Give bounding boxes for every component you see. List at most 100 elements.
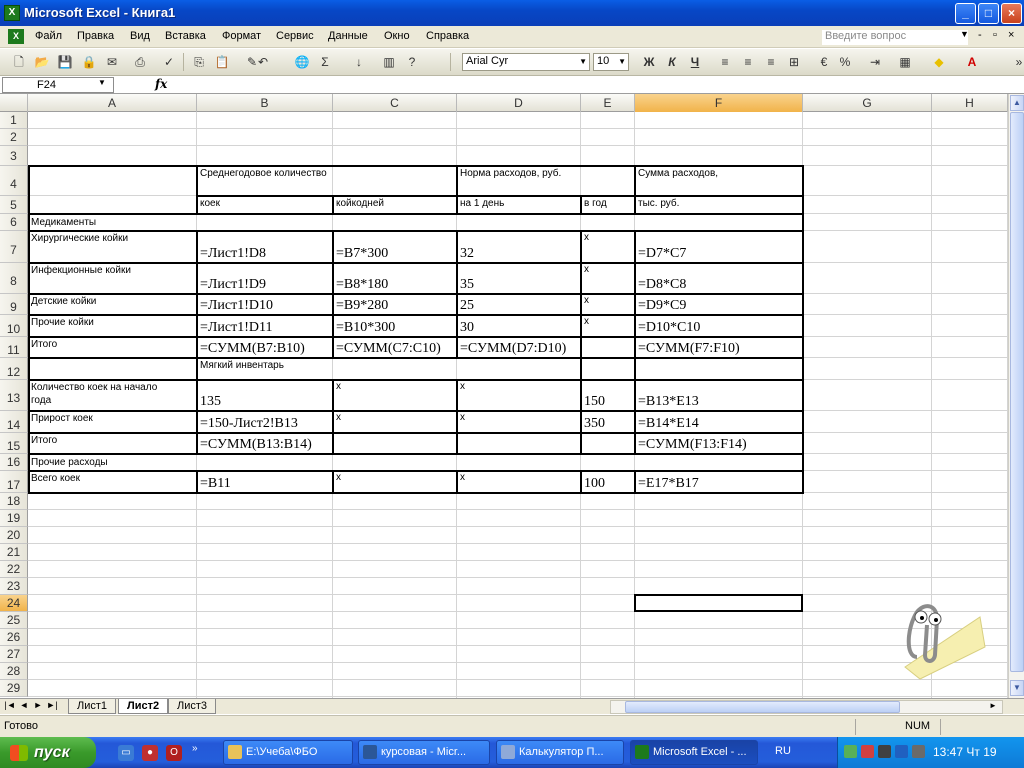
workbook-icon[interactable]: X	[8, 29, 24, 44]
paste-icon[interactable]: 📋	[213, 53, 231, 71]
row-header-4[interactable]: 4	[0, 166, 28, 196]
cell-c5[interactable]: койкодней	[334, 198, 384, 209]
column-header-a[interactable]: A	[28, 94, 197, 112]
cell-d7[interactable]: 32	[458, 246, 474, 262]
sheet-tab-3[interactable]: Лист3	[168, 699, 217, 714]
next-sheet-icon[interactable]: ►	[32, 700, 44, 710]
cell-d13[interactable]: х	[458, 381, 465, 392]
row-header-24[interactable]: 24	[0, 595, 28, 612]
row-header-19[interactable]: 19	[0, 510, 28, 527]
cell-b13[interactable]: 135	[198, 394, 221, 410]
volume-icon[interactable]	[912, 745, 925, 758]
media-player-icon[interactable]: ●	[142, 745, 158, 761]
cell-e7[interactable]: х	[582, 232, 589, 243]
prev-sheet-icon[interactable]: ◄	[18, 700, 30, 710]
open-icon[interactable]: 📂	[33, 53, 51, 71]
cell-e9[interactable]: х	[582, 295, 589, 306]
cell-a10[interactable]: Прочие койки	[29, 317, 94, 328]
font-size-select[interactable]: 10 ▼	[593, 53, 629, 71]
column-header-c[interactable]: C	[333, 94, 457, 112]
cell-a7[interactable]: Хирургические койки	[29, 233, 128, 244]
scroll-up-icon[interactable]: ▲	[1010, 95, 1024, 111]
worksheet-grid[interactable]: ABCDEFGH 1 2 3 4 5 6 7 8 9 10 11 12 13 14 15 16 17 18 19 20…	[0, 94, 1008, 698]
row-header-18[interactable]: 18	[0, 493, 28, 510]
fill-color-icon[interactable]: ◆	[930, 53, 948, 71]
cell-e10[interactable]: х	[582, 316, 589, 327]
save-icon[interactable]: 💾	[56, 53, 74, 71]
cell-b8[interactable]: =Лист1!D9	[198, 277, 266, 293]
row-header-15[interactable]: 15	[0, 433, 28, 454]
cell-b7[interactable]: =Лист1!D8	[198, 246, 266, 262]
column-header-e[interactable]: E	[581, 94, 635, 112]
cell-f15[interactable]: =СУММ(F13:F14)	[636, 437, 747, 453]
toolbar-options-icon[interactable]: »	[1010, 53, 1024, 71]
cell-a8[interactable]: Инфекционные койки	[29, 265, 131, 276]
cell-f8[interactable]: =D8*C8	[636, 277, 686, 293]
cell-d14[interactable]: х	[458, 412, 465, 423]
formula-input[interactable]	[175, 77, 1015, 93]
cell-f5[interactable]: тыс. руб.	[636, 198, 679, 209]
scroll-right-icon[interactable]: ►	[989, 701, 997, 710]
underline-button[interactable]: Ч	[686, 53, 704, 71]
cell-d5[interactable]: на 1 день	[458, 198, 504, 209]
email-icon[interactable]: ✉	[103, 53, 121, 71]
language-indicator[interactable]: RU	[775, 745, 791, 757]
row-header-26[interactable]: 26	[0, 629, 28, 646]
menu-tools[interactable]: Сервис	[276, 30, 314, 42]
row-header-1[interactable]: 1	[0, 112, 28, 129]
bold-button[interactable]: Ж	[640, 53, 658, 71]
cell-b5[interactable]: коек	[198, 198, 220, 209]
chevron-down-icon[interactable]: ▼	[98, 78, 106, 87]
cell-c9[interactable]: =B9*280	[334, 298, 388, 314]
cell-b11[interactable]: =СУММ(B7:B10)	[198, 341, 305, 357]
antivirus-icon[interactable]	[861, 745, 874, 758]
row-header-12[interactable]: 12	[0, 358, 28, 380]
cell-b14[interactable]: =150-Лист2!B13	[198, 416, 298, 432]
horizontal-scrollbar[interactable]: ►	[610, 700, 1003, 714]
last-sheet-icon[interactable]: ►|	[46, 700, 58, 710]
cell-a17[interactable]: Всего коек	[29, 473, 80, 484]
column-header-f[interactable]: F	[635, 94, 803, 112]
row-header-27[interactable]: 27	[0, 646, 28, 663]
help-dropdown-icon[interactable]: ▼	[960, 29, 969, 39]
row-header-9[interactable]: 9	[0, 294, 28, 315]
tray-app-icon[interactable]	[895, 745, 908, 758]
taskbar-button-1[interactable]: E:\Учеба\ФБО	[223, 740, 353, 765]
office-assistant-icon[interactable]	[885, 597, 990, 682]
cell-d10[interactable]: 30	[458, 320, 474, 336]
cell-f9[interactable]: =D9*C9	[636, 298, 686, 314]
cell-e5[interactable]: в год	[582, 198, 607, 209]
cell-a9[interactable]: Детские койки	[29, 296, 96, 307]
opera-icon[interactable]: O	[166, 745, 182, 761]
cell-a15[interactable]: Итого	[29, 435, 57, 446]
vertical-scroll-thumb[interactable]	[1010, 112, 1024, 672]
menu-window[interactable]: Окно	[384, 30, 410, 42]
copy-icon[interactable]: ⎘	[190, 53, 208, 71]
cell-f7[interactable]: =D7*C7	[636, 246, 686, 262]
sheet-tab-2[interactable]: Лист2	[118, 699, 169, 714]
cell-f11[interactable]: =СУММ(F7:F10)	[636, 341, 740, 357]
cell-f10[interactable]: =D10*C10	[636, 320, 700, 336]
sort-ascending-icon[interactable]: ↓	[350, 53, 368, 71]
start-button[interactable]: пуск	[0, 737, 96, 768]
cell-f14[interactable]: =B14*E14	[636, 416, 699, 432]
column-header-h[interactable]: H	[932, 94, 1008, 112]
cell-b17[interactable]: =B11	[198, 476, 231, 492]
menu-data[interactable]: Данные	[328, 30, 368, 42]
cell-b12[interactable]: Мягкий инвентарь	[198, 360, 284, 371]
column-header-d[interactable]: D	[457, 94, 581, 112]
cell-e17[interactable]: 100	[582, 476, 605, 492]
maximize-button[interactable]: □	[978, 3, 999, 24]
row-header-7[interactable]: 7	[0, 231, 28, 263]
close-button[interactable]: ×	[1001, 3, 1022, 24]
taskbar-button-3[interactable]: Калькулятор П...	[496, 740, 624, 765]
minimize-button[interactable]: _	[955, 3, 976, 24]
select-all-corner[interactable]	[0, 94, 28, 112]
permission-icon[interactable]: 🔒	[80, 53, 98, 71]
cell-b9[interactable]: =Лист1!D10	[198, 298, 273, 314]
workbook-minimize-button[interactable]: -	[978, 29, 982, 41]
cell-d9[interactable]: 25	[458, 298, 474, 314]
cell-a13b[interactable]: года	[29, 395, 51, 406]
help-search-input[interactable]: Введите вопрос	[822, 30, 968, 45]
cell-d11[interactable]: =СУММ(D7:D10)	[458, 341, 566, 357]
